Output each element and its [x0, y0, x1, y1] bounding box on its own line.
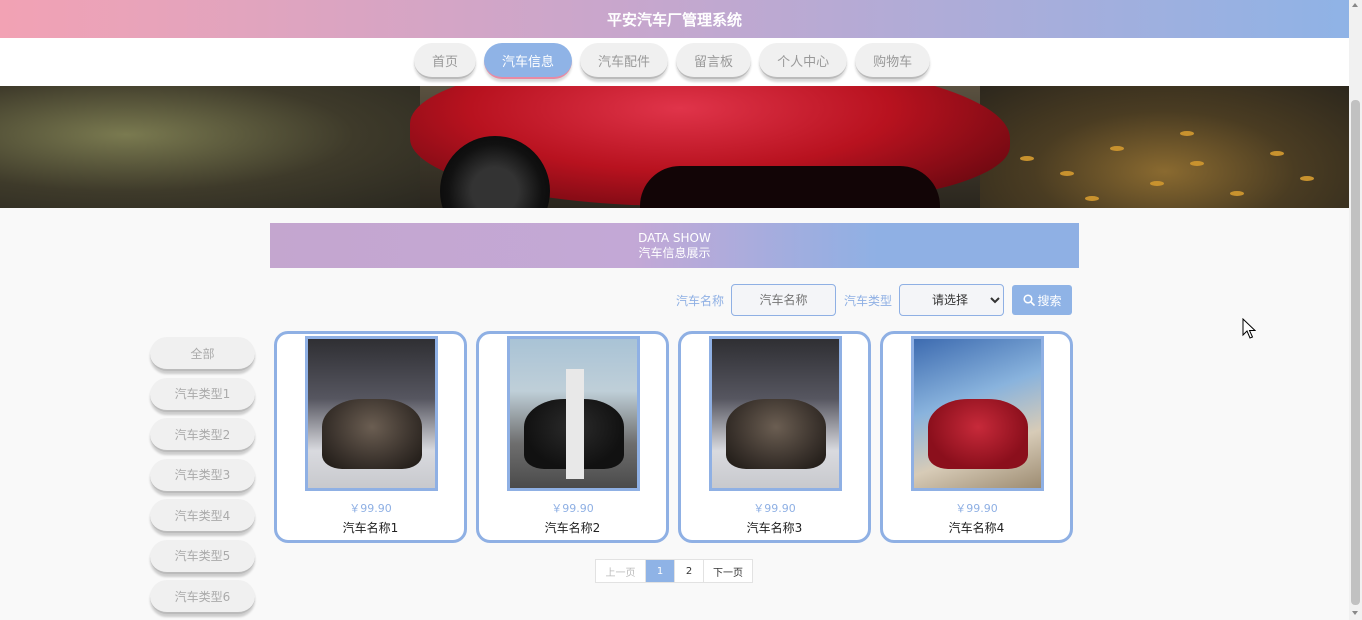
hero-banner — [0, 86, 1349, 208]
nav-item-home[interactable]: 首页 — [414, 43, 477, 79]
mouse-cursor-icon — [1242, 318, 1256, 339]
product-price: ￥99.90 — [349, 502, 392, 515]
product-card[interactable]: ￥99.90 汽车名称1 — [274, 331, 467, 543]
category-type-6[interactable]: 汽车类型6 — [150, 580, 255, 614]
next-page-button[interactable]: 下一页 — [704, 560, 752, 582]
category-all[interactable]: 全部 — [150, 337, 255, 371]
page-2-button[interactable]: 2 — [675, 560, 704, 582]
search-button[interactable]: 搜索 — [1012, 285, 1073, 315]
nav-item-personal-center[interactable]: 个人中心 — [759, 43, 848, 79]
car-type-label: 汽车类型 — [844, 293, 893, 308]
scroll-up-icon[interactable] — [1352, 3, 1358, 7]
main-nav: 首页 汽车信息 汽车配件 留言板 个人中心 购物车 — [0, 38, 1349, 86]
category-sidebar: 全部 汽车类型1 汽车类型2 汽车类型3 汽车类型4 汽车类型5 汽车类型6 — [150, 337, 255, 620]
nav-item-cart[interactable]: 购物车 — [855, 43, 931, 79]
prev-page-button[interactable]: 上一页 — [596, 560, 646, 582]
car-type-select[interactable]: 请选择 — [899, 284, 1005, 316]
product-card[interactable]: ￥99.90 汽车名称4 — [880, 331, 1073, 543]
car-name-label: 汽车名称 — [676, 293, 725, 308]
search-button-label: 搜索 — [1037, 293, 1062, 308]
product-image[interactable] — [305, 336, 438, 491]
category-type-2[interactable]: 汽车类型2 — [150, 418, 255, 452]
section-header: DATA SHOW 汽车信息展示 — [270, 223, 1079, 268]
product-name: 汽车名称1 — [342, 521, 399, 535]
product-price: ￥99.90 — [753, 502, 796, 515]
product-name: 汽车名称3 — [746, 521, 803, 535]
product-image[interactable] — [507, 336, 640, 491]
product-name: 汽车名称4 — [948, 521, 1005, 535]
section-title-cn: 汽车信息展示 — [638, 246, 711, 260]
category-type-4[interactable]: 汽车类型4 — [150, 499, 255, 533]
product-name: 汽车名称2 — [544, 521, 601, 535]
scrollbar-thumb[interactable] — [1351, 100, 1360, 605]
product-grid: ￥99.90 汽车名称1 ￥99.90 汽车名称2 ￥99.90 汽车名称3 ￥… — [274, 331, 1082, 543]
product-image[interactable] — [911, 336, 1044, 491]
product-image[interactable] — [709, 336, 842, 491]
category-type-3[interactable]: 汽车类型3 — [150, 458, 255, 493]
product-price: ￥99.90 — [955, 502, 998, 515]
search-icon — [1022, 294, 1035, 306]
section-title-en: DATA SHOW — [638, 231, 711, 245]
product-price: ￥99.90 — [551, 502, 594, 515]
site-title: 平安汽车厂管理系统 — [606, 10, 742, 29]
category-type-5[interactable]: 汽车类型5 — [150, 539, 255, 574]
product-card[interactable]: ￥99.90 汽车名称3 — [678, 331, 871, 543]
pagination: 上一页 1 2 下一页 — [595, 559, 753, 583]
vertical-scrollbar[interactable] — [1349, 0, 1362, 620]
car-name-input[interactable] — [731, 284, 837, 316]
scroll-down-icon[interactable] — [1352, 611, 1358, 615]
nav-item-message-board[interactable]: 留言板 — [676, 43, 752, 79]
category-type-1[interactable]: 汽车类型1 — [150, 377, 255, 412]
page-1-button[interactable]: 1 — [646, 560, 675, 582]
product-card[interactable]: ￥99.90 汽车名称2 — [476, 331, 669, 543]
nav-item-car-info[interactable]: 汽车信息 — [484, 43, 573, 79]
search-bar: 汽车名称 汽车类型 请选择 搜索 — [676, 284, 1073, 316]
top-header: 平安汽车厂管理系统 — [0, 0, 1349, 38]
nav-item-car-parts[interactable]: 汽车配件 — [580, 43, 669, 79]
